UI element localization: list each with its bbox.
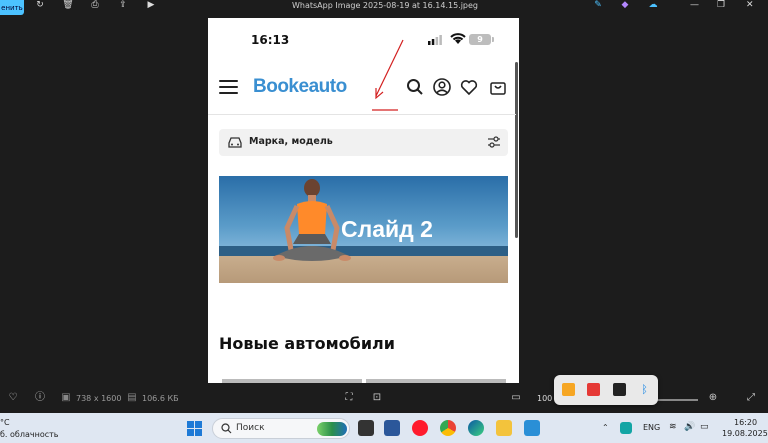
car-card bbox=[222, 379, 362, 383]
battery-icon: 9 bbox=[469, 34, 491, 45]
fullscreen-icon[interactable]: ⤢ bbox=[745, 392, 757, 404]
car-search-bar: Марка, модель bbox=[219, 129, 508, 156]
clock-date[interactable]: 19.08.2025 bbox=[722, 429, 768, 438]
status-time: 16:13 bbox=[251, 33, 290, 47]
file-size: 106.6 КБ bbox=[142, 394, 179, 403]
window-title: WhatsApp Image 2025-08-19 at 16.14.15.jp… bbox=[291, 1, 479, 10]
image-size-icon: ▣ bbox=[61, 392, 71, 403]
header-divider bbox=[208, 114, 516, 115]
edge-icon[interactable] bbox=[468, 420, 484, 436]
volume-icon[interactable]: 🔊 bbox=[684, 422, 695, 432]
cart-bag-icon bbox=[490, 82, 506, 95]
ai-icon[interactable]: ◆ bbox=[619, 0, 631, 10]
site-logo: Bookeauto bbox=[253, 76, 347, 97]
car-search-text: Марка, модель bbox=[249, 136, 333, 147]
account-icon bbox=[433, 78, 451, 96]
zoom-value[interactable]: 100 bbox=[537, 394, 552, 403]
minimize-button[interactable]: — bbox=[690, 0, 699, 10]
battery-tip bbox=[492, 37, 494, 42]
car-card bbox=[366, 379, 506, 383]
chevron-up-icon[interactable]: ⌃ bbox=[602, 423, 609, 432]
weather-temp[interactable]: °C bbox=[0, 418, 10, 427]
app-tray-icon[interactable] bbox=[562, 383, 575, 396]
annotation-arrow bbox=[372, 39, 404, 111]
edit-button[interactable]: енить bbox=[0, 0, 24, 15]
filter-sliders-icon bbox=[488, 136, 500, 148]
photo-viewer: енить ↻ 🗑 ⎙ ⇪ ▶ WhatsApp Image 2025-08-1… bbox=[0, 0, 768, 413]
nvidia-tray-icon[interactable] bbox=[613, 383, 626, 396]
language-indicator[interactable]: ENG bbox=[643, 423, 660, 432]
taskbar: °C б. облачность Поиск ⌃ ENG ≋ 🔊 ▭ 16:20… bbox=[0, 413, 768, 443]
battery-tray-icon[interactable]: ▭ bbox=[700, 422, 709, 432]
weather-desc[interactable]: б. облачность bbox=[0, 430, 59, 439]
rotate-icon[interactable]: ↻ bbox=[34, 0, 46, 10]
chrome-icon[interactable] bbox=[440, 420, 456, 436]
delete-icon[interactable]: 🗑 bbox=[62, 0, 74, 10]
car-icon bbox=[228, 137, 242, 148]
wifi-icon bbox=[450, 33, 466, 44]
task-view-icon[interactable] bbox=[358, 420, 374, 436]
clock-time[interactable]: 16:20 bbox=[734, 418, 757, 427]
bluetooth-icon[interactable]: ᛒ bbox=[638, 383, 651, 396]
tray-overflow-popup: ᛒ bbox=[554, 375, 658, 405]
slideshow-icon[interactable]: ▶ bbox=[145, 0, 157, 10]
hero-slide: Слайд 2 bbox=[219, 176, 508, 283]
close-button[interactable]: ✕ bbox=[746, 0, 754, 10]
search-icon bbox=[407, 79, 423, 95]
image-dimensions: 738 x 1600 bbox=[76, 394, 122, 403]
wifi-tray-icon[interactable]: ≋ bbox=[669, 422, 677, 432]
search-label: Поиск bbox=[236, 423, 265, 433]
search-icon bbox=[221, 423, 232, 434]
slide-caption: Слайд 2 bbox=[341, 216, 433, 242]
share-icon[interactable]: ⇪ bbox=[117, 0, 129, 10]
photos-icon[interactable] bbox=[524, 420, 540, 436]
section-title: Новые автомобили bbox=[219, 334, 395, 353]
hamburger-menu-icon bbox=[219, 80, 238, 94]
favorite-heart-icon[interactable]: ♡ bbox=[7, 392, 19, 404]
signal-icon bbox=[428, 35, 442, 45]
taskbar-search[interactable]: Поиск bbox=[212, 418, 350, 439]
info-icon[interactable]: ⓘ bbox=[34, 392, 46, 404]
maximize-button[interactable]: ❐ bbox=[717, 0, 725, 10]
fit-window-icon[interactable]: ▭ bbox=[510, 392, 522, 404]
print-icon[interactable]: ⎙ bbox=[89, 0, 101, 10]
scrollbar-thumb bbox=[515, 62, 518, 238]
file-explorer-icon[interactable] bbox=[496, 420, 512, 436]
opera-icon[interactable] bbox=[412, 420, 428, 436]
windows-start-icon[interactable] bbox=[187, 421, 202, 436]
word-icon[interactable] bbox=[384, 420, 400, 436]
search-highlight-icon bbox=[317, 422, 347, 436]
file-size-icon: ▤ bbox=[127, 392, 137, 403]
defender-tray-icon[interactable] bbox=[620, 422, 632, 434]
visual-search-icon[interactable]: ⊡ bbox=[371, 392, 383, 404]
cloud-off-icon[interactable]: ☁ bbox=[647, 0, 659, 10]
zoom-in-icon[interactable]: ⊕ bbox=[707, 392, 719, 404]
recorder-tray-icon[interactable] bbox=[587, 383, 600, 396]
phone-screenshot: 16:13 9 Bookeauto Марка, модель Слайд 2 … bbox=[208, 18, 519, 383]
crop-icon[interactable]: ⛶ bbox=[343, 392, 355, 404]
copilot-icon[interactable]: ✎ bbox=[592, 0, 604, 10]
favorites-heart-icon bbox=[460, 80, 478, 96]
